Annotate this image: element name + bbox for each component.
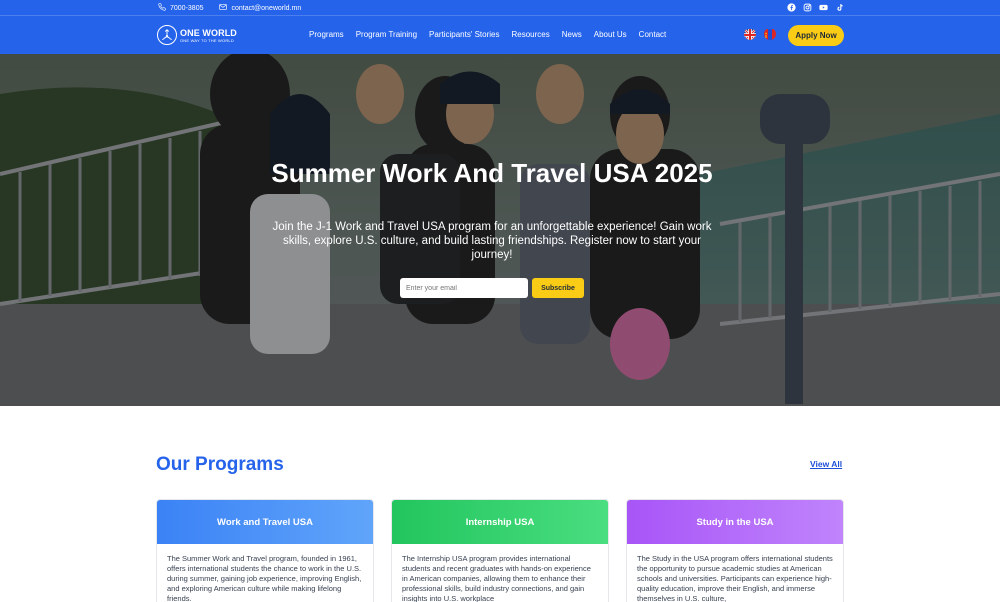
program-card-work-travel[interactable]: Work and Travel USA The Summer Work and …	[156, 499, 374, 602]
mongolia-flag-icon[interactable]	[764, 28, 776, 40]
facebook-icon[interactable]	[787, 3, 796, 12]
hero-title: Summer Work And Travel USA 2025	[271, 158, 713, 188]
phone-contact[interactable]: 7000-3805	[158, 3, 203, 13]
tiktok-icon[interactable]	[835, 3, 844, 12]
nav-item-news[interactable]: News	[562, 30, 582, 40]
program-card-header: Study in the USA	[627, 500, 843, 544]
youtube-icon[interactable]	[819, 3, 828, 12]
view-all-link[interactable]: View All	[810, 459, 842, 469]
program-card-description: The Study in the USA program offers inte…	[637, 554, 833, 602]
nav-item-contact[interactable]: Contact	[639, 30, 667, 40]
logo-brand: ONE WORLD	[180, 27, 237, 38]
nav-menu: Programs Program Training Participants' …	[309, 30, 666, 40]
program-card-description: The Summer Work and Travel program, foun…	[167, 554, 362, 602]
mail-icon	[219, 3, 228, 13]
program-card-description: The Internship USA program provides inte…	[402, 554, 591, 602]
nav-item-programs[interactable]: Programs	[309, 30, 344, 40]
site-logo[interactable]: ONE WORLD ONE WAY TO THE WORLD	[157, 25, 237, 45]
top-contact-bar: 7000-3805 contact@oneworld.mn	[0, 0, 1000, 16]
email-contact[interactable]: contact@oneworld.mn	[219, 3, 301, 13]
globe-logo-icon	[157, 25, 177, 45]
nav-item-program-training[interactable]: Program Training	[356, 30, 417, 40]
subscribe-button[interactable]: Subscribe	[532, 278, 584, 298]
nav-item-about-us[interactable]: About Us	[594, 30, 627, 40]
hero-section: Summer Work And Travel USA 2025 Join the…	[0, 54, 1000, 406]
main-navbar: ONE WORLD ONE WAY TO THE WORLD Programs …	[0, 16, 1000, 54]
uk-flag-icon[interactable]	[744, 28, 756, 40]
hero-subtitle: Join the J-1 Work and Travel USA program…	[272, 221, 712, 261]
program-card-internship[interactable]: Internship USA The Internship USA progra…	[391, 499, 609, 602]
program-card-study[interactable]: Study in the USA The Study in the USA pr…	[626, 499, 844, 602]
contact-info: 7000-3805 contact@oneworld.mn	[158, 3, 311, 13]
instagram-icon[interactable]	[803, 3, 812, 12]
email-input[interactable]	[400, 278, 528, 298]
phone-number: 7000-3805	[170, 4, 204, 12]
program-card-header: Internship USA	[392, 500, 608, 544]
program-card-header: Work and Travel USA	[157, 500, 373, 544]
nav-item-resources[interactable]: Resources	[512, 30, 550, 40]
social-links	[787, 3, 844, 12]
nav-item-participants-stories[interactable]: Participants' Stories	[429, 30, 499, 40]
apply-now-button[interactable]: Apply Now	[788, 25, 844, 46]
logo-tagline: ONE WAY TO THE WORLD	[180, 37, 234, 43]
language-switcher	[744, 28, 776, 40]
phone-icon	[158, 3, 166, 13]
email-address: contact@oneworld.mn	[231, 4, 302, 12]
programs-section-title: Our Programs	[156, 454, 284, 475]
